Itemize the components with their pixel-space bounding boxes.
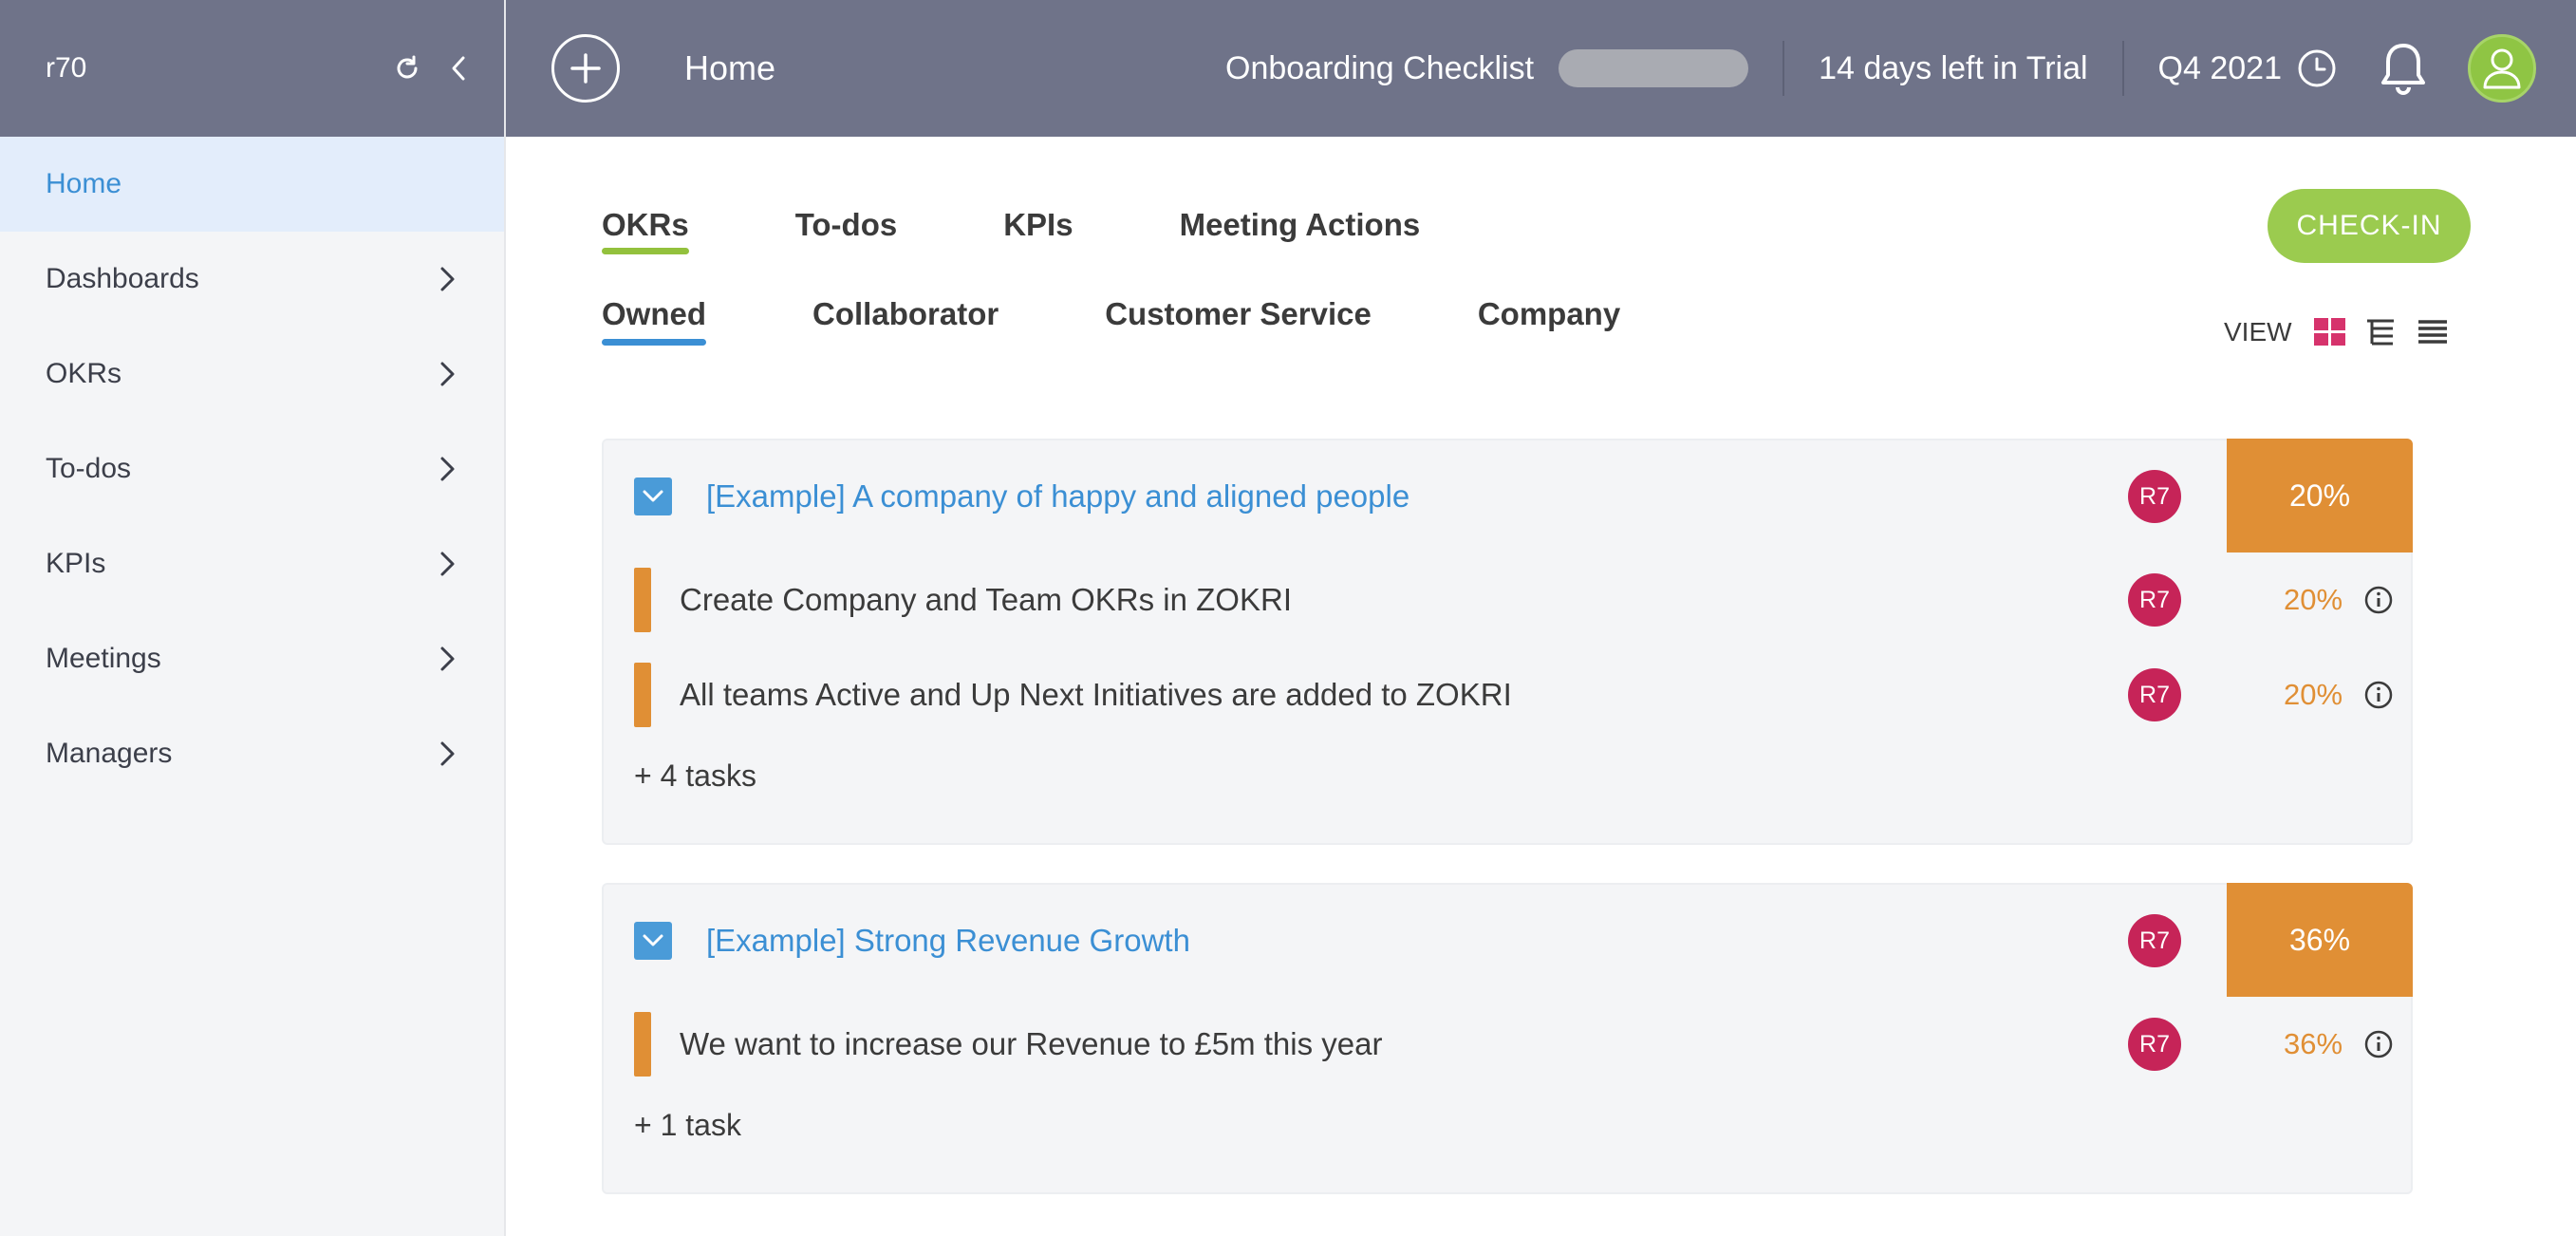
sidebar-item-label: Dashboards xyxy=(46,263,199,294)
divider xyxy=(2121,41,2124,96)
owner-avatar[interactable]: R7 xyxy=(2128,668,2181,721)
sidebar-item-label: Home xyxy=(46,168,122,199)
chevron-right-icon xyxy=(440,741,455,766)
objective-row[interactable]: [Example] Strong Revenue Growth R7 36% xyxy=(604,883,2413,997)
secondary-tabs: Owned Collaborator Customer Service Comp… xyxy=(602,296,1620,346)
tree-view-icon[interactable] xyxy=(2364,317,2399,347)
add-button[interactable] xyxy=(551,34,620,103)
key-result-row[interactable]: Create Company and Team OKRs in ZOKRI R7… xyxy=(604,552,2411,647)
key-result-title[interactable]: We want to increase our Revenue to £5m t… xyxy=(680,1026,1382,1062)
chevron-right-icon xyxy=(440,457,455,481)
tab-meeting-actions[interactable]: Meeting Actions xyxy=(1180,207,1421,254)
owner-avatar[interactable]: R7 xyxy=(2128,914,2181,967)
sidebar-item-dashboards[interactable]: Dashboards xyxy=(0,232,504,327)
sidebar-item-label: To-dos xyxy=(46,453,132,484)
tab-okrs[interactable]: OKRs xyxy=(602,207,689,254)
objective-card: [Example] Strong Revenue Growth R7 36% W… xyxy=(602,883,2413,1194)
key-result-status-bar xyxy=(634,663,651,727)
quarter-selector[interactable]: Q4 2021 xyxy=(2158,50,2282,87)
collapse-toggle[interactable] xyxy=(634,478,672,515)
key-result-status-bar xyxy=(634,568,651,632)
more-tasks-link[interactable]: + 1 task xyxy=(634,1092,2411,1158)
tab-owned[interactable]: Owned xyxy=(602,296,707,346)
sidebar: r70 Home Dashboards OKRs To-dos KPIs Mee… xyxy=(0,0,506,1236)
key-result-title[interactable]: All teams Active and Up Next Initiatives… xyxy=(680,677,1512,713)
topbar: Home Onboarding Checklist 14 days left i… xyxy=(506,0,2576,137)
bell-icon[interactable] xyxy=(2377,40,2430,97)
divider xyxy=(1783,41,1785,96)
list-view-icon[interactable] xyxy=(2416,317,2450,347)
grid-view-icon[interactable] xyxy=(2313,317,2347,347)
chevron-left-icon[interactable] xyxy=(439,49,477,87)
user-avatar[interactable] xyxy=(2468,34,2536,103)
sidebar-item-label: KPIs xyxy=(46,548,106,579)
onboarding-checklist-label[interactable]: Onboarding Checklist xyxy=(1225,50,1534,87)
info-icon[interactable] xyxy=(2363,680,2394,710)
more-tasks-link[interactable]: + 4 tasks xyxy=(634,742,2411,809)
sidebar-item-todos[interactable]: To-dos xyxy=(0,421,504,516)
sidebar-item-label: Meetings xyxy=(46,643,161,674)
sidebar-item-label: OKRs xyxy=(46,358,122,389)
objective-card: [Example] A company of happy and aligned… xyxy=(602,439,2413,845)
refresh-icon[interactable] xyxy=(388,49,426,87)
key-result-row[interactable]: All teams Active and Up Next Initiatives… xyxy=(604,647,2411,742)
chevron-right-icon xyxy=(440,646,455,671)
user-icon xyxy=(2483,48,2521,89)
plus-icon xyxy=(570,53,601,84)
onboarding-progress-bar[interactable] xyxy=(1559,49,1749,87)
primary-tabs: OKRs To-dos KPIs Meeting Actions xyxy=(602,207,1420,254)
owner-avatar[interactable]: R7 xyxy=(2128,470,2181,523)
sidebar-item-managers[interactable]: Managers xyxy=(0,706,504,801)
collapse-toggle[interactable] xyxy=(634,922,672,960)
chevron-right-icon xyxy=(440,267,455,291)
info-icon[interactable] xyxy=(2363,585,2394,615)
clock-icon[interactable] xyxy=(2297,48,2337,88)
chevron-right-icon xyxy=(440,362,455,386)
key-result-status-bar xyxy=(634,1012,651,1077)
owner-avatar[interactable]: R7 xyxy=(2128,1018,2181,1071)
view-toggle: VIEW xyxy=(2224,317,2467,347)
owner-avatar[interactable]: R7 xyxy=(2128,573,2181,627)
sidebar-item-kpis[interactable]: KPIs xyxy=(0,516,504,611)
key-result-progress[interactable]: 20% xyxy=(2284,552,2343,647)
sidebar-item-okrs[interactable]: OKRs xyxy=(0,327,504,421)
key-result-progress[interactable]: 36% xyxy=(2284,997,2343,1092)
org-name: r70 xyxy=(46,52,87,84)
trial-status[interactable]: 14 days left in Trial xyxy=(1819,50,2087,87)
objective-row[interactable]: [Example] A company of happy and aligned… xyxy=(604,439,2413,552)
topbar-right: Onboarding Checklist 14 days left in Tri… xyxy=(1225,0,2576,137)
page-title: Home xyxy=(684,48,776,87)
sidebar-item-home[interactable]: Home xyxy=(0,137,504,232)
objective-progress[interactable]: 20% xyxy=(2227,439,2413,552)
key-result-row[interactable]: We want to increase our Revenue to £5m t… xyxy=(604,997,2411,1092)
objective-progress[interactable]: 36% xyxy=(2227,883,2413,997)
tab-todos[interactable]: To-dos xyxy=(795,207,898,254)
chevron-down-icon xyxy=(643,934,663,946)
info-icon[interactable] xyxy=(2363,1029,2394,1059)
chevron-right-icon xyxy=(440,552,455,576)
check-in-button[interactable]: CHECK-IN xyxy=(2268,189,2471,263)
tab-kpis[interactable]: KPIs xyxy=(1003,207,1073,254)
sidebar-nav: Home Dashboards OKRs To-dos KPIs Meeting… xyxy=(0,137,504,801)
key-result-progress[interactable]: 20% xyxy=(2284,647,2343,742)
view-label: VIEW xyxy=(2224,317,2292,346)
sidebar-item-meetings[interactable]: Meetings xyxy=(0,611,504,706)
tab-collaborator[interactable]: Collaborator xyxy=(812,296,999,346)
sidebar-item-label: Managers xyxy=(46,738,173,769)
key-result-title[interactable]: Create Company and Team OKRs in ZOKRI xyxy=(680,582,1292,618)
tab-company[interactable]: Company xyxy=(1478,296,1620,346)
tab-customer-service[interactable]: Customer Service xyxy=(1105,296,1372,346)
chevron-down-icon xyxy=(643,490,663,502)
sidebar-header: r70 xyxy=(0,0,504,137)
